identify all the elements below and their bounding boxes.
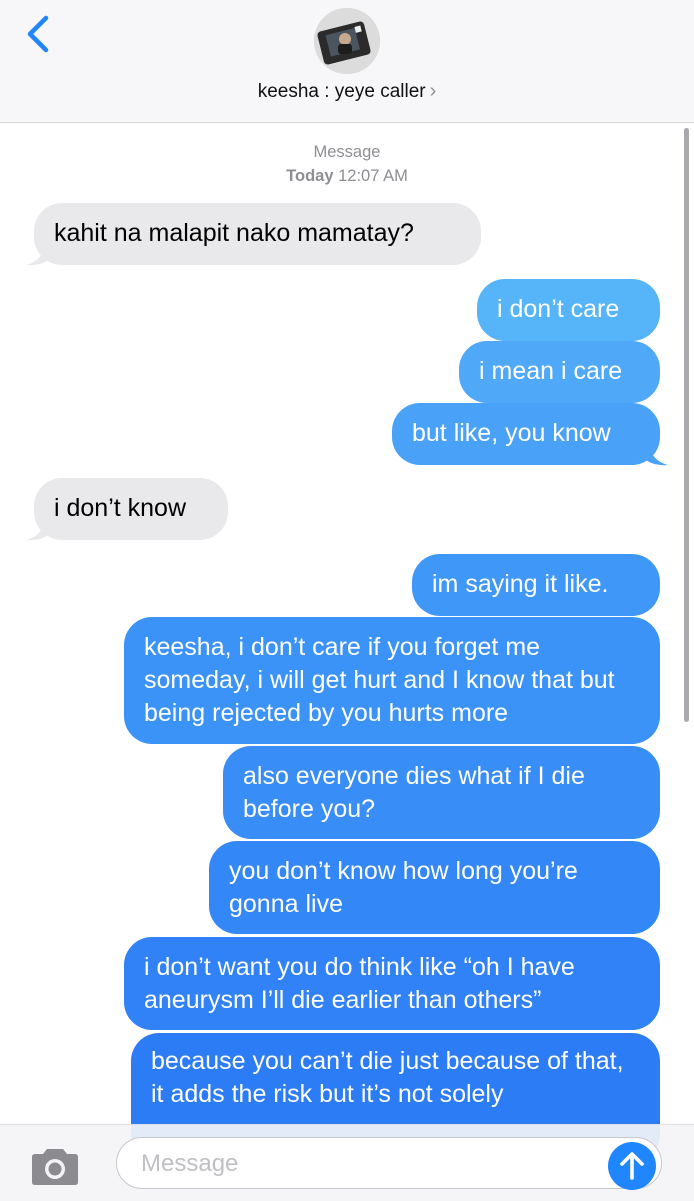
message-bubble-outgoing[interactable]: i don’t want you do think like “oh I hav…: [124, 937, 660, 1030]
message-text: because you can’t die just because of th…: [151, 1047, 624, 1108]
message-input[interactable]: Message: [116, 1137, 662, 1189]
message-text: keesha, i don’t care if you forget me so…: [144, 633, 615, 727]
timestamp: Today 12:07 AM: [0, 167, 694, 186]
message-bubble-outgoing[interactable]: but like, you know: [392, 403, 660, 465]
send-button[interactable]: [608, 1142, 656, 1190]
message-bubble-incoming[interactable]: kahit na malapit nako mamatay?: [34, 203, 481, 265]
chevron-right-icon: ›: [429, 80, 437, 102]
message-bubble-outgoing[interactable]: i mean i care: [459, 341, 660, 403]
message-bubble-incoming[interactable]: i don’t know: [34, 478, 228, 540]
camera-icon: [32, 1149, 78, 1185]
bubble-tail: [26, 244, 50, 266]
bubble-tail: [26, 519, 50, 541]
scrollbar[interactable]: [684, 128, 689, 722]
message-text: i don’t know: [54, 494, 187, 522]
message-text: kahit na malapit nako mamatay?: [54, 219, 414, 247]
contact-name-button[interactable]: keesha : yeye caller ›: [0, 80, 694, 103]
avatar-photo: [314, 8, 380, 74]
message-input-placeholder: Message: [141, 1150, 239, 1177]
timestamp-time: 12:07 AM: [338, 167, 408, 185]
message-text: i don’t want you do think like “oh I hav…: [144, 953, 575, 1014]
contact-name: keesha : yeye caller: [257, 81, 426, 102]
chevron-left-icon: [27, 15, 49, 53]
service-label: Message: [313, 143, 381, 161]
arrow-up-icon: [620, 1152, 644, 1180]
message-composer: Message: [0, 1124, 694, 1201]
camera-button[interactable]: [28, 1147, 82, 1187]
message-bubble-outgoing[interactable]: i don’t care: [477, 279, 660, 341]
message-text: also everyone dies what if I die before …: [243, 762, 585, 823]
message-bubble-outgoing[interactable]: you don’t know how long you’re gonna liv…: [209, 841, 660, 934]
message-bubble-outgoing[interactable]: im saying it like.: [412, 554, 660, 616]
message-text: im saying it like.: [432, 570, 609, 598]
timestamp-day: Today: [286, 167, 334, 185]
message-bubble-outgoing[interactable]: keesha, i don’t care if you forget me so…: [124, 617, 660, 744]
conversation-header: keesha : yeye caller ›: [0, 0, 694, 123]
message-text: i don’t care: [497, 295, 620, 323]
message-text: you don’t know how long you’re gonna liv…: [229, 857, 578, 918]
avatar[interactable]: [314, 8, 380, 74]
message-text: i mean i care: [479, 357, 623, 385]
message-text: but like, you know: [412, 419, 611, 447]
back-button[interactable]: [22, 14, 58, 54]
message-bubble-outgoing[interactable]: also everyone dies what if I die before …: [223, 746, 660, 839]
bubble-tail: [644, 444, 668, 466]
